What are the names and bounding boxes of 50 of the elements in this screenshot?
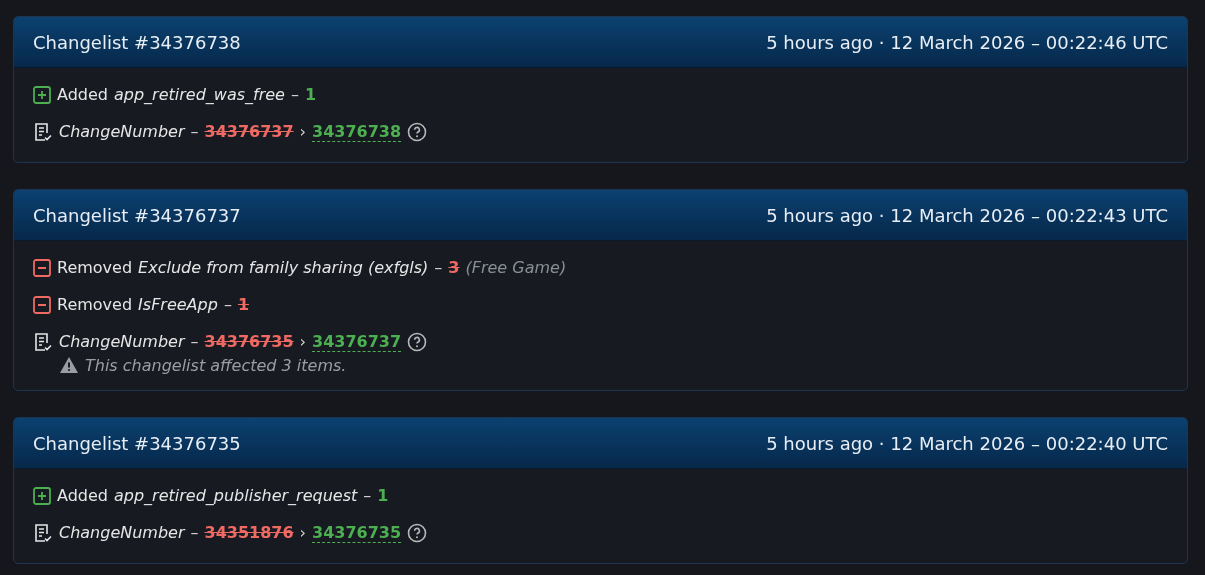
removed-value: 3 [448,258,460,277]
key-name: app_retired_publisher_request [114,486,358,505]
warning-icon [59,356,79,374]
key-name: Exclude from family sharing (exfgls) [138,258,429,277]
added-value: 1 [304,85,317,104]
new-value[interactable]: 34376737 [312,331,402,352]
separator: – [363,486,372,505]
plus-square-icon [33,85,51,104]
changelist-time: 5 hours ago · 12 March 2026 – 00:22:46 UTC [766,31,1168,53]
key-name: app_retired_was_free [114,85,285,104]
warning-text: This changelist affected 3 items. [85,355,347,375]
separator: – [290,85,299,104]
document-check-icon [33,121,53,142]
plus-square-icon [33,486,51,505]
changelist-time: 5 hours ago · 12 March 2026 – 00:22:40 UTC [766,432,1168,454]
separator: – [190,332,199,351]
added-value: 1 [377,486,389,505]
action-label: Removed [57,295,133,314]
changelist-title[interactable]: Changelist #34376738 [33,31,241,53]
old-value: 34376737 [204,122,294,141]
new-value[interactable]: 34376738 [312,121,402,142]
old-value: 34351876 [204,523,294,542]
key-name: ChangeNumber [59,332,185,351]
document-check-icon [33,522,53,543]
minus-square-icon [33,295,51,314]
new-value[interactable]: 34376735 [312,522,402,543]
old-value: 34376735 [204,332,294,351]
document-check-icon [33,331,53,352]
separator: – [190,523,199,542]
arrow-separator: › [299,332,306,351]
key-name: ChangeNumber [59,523,185,542]
separator: – [223,295,232,314]
separator: – [434,258,443,277]
help-icon[interactable] [407,522,428,543]
action-label: Removed [57,258,133,277]
help-icon[interactable] [407,121,428,142]
value-note: (Free Game) [465,258,567,277]
action-label: Added [57,85,108,104]
changelist-title[interactable]: Changelist #34376737 [33,204,241,226]
action-label: Added [57,486,108,505]
separator: – [190,122,199,141]
arrow-separator: › [299,122,306,141]
removed-value: 1 [237,295,249,314]
help-icon[interactable] [407,331,428,352]
changelist-title[interactable]: Changelist #34376735 [33,432,241,454]
changelist-time: 5 hours ago · 12 March 2026 – 00:22:43 UTC [766,204,1168,226]
minus-square-icon [33,258,51,277]
key-name: IsFreeApp [138,295,218,314]
arrow-separator: › [299,523,306,542]
key-name: ChangeNumber [59,122,185,141]
